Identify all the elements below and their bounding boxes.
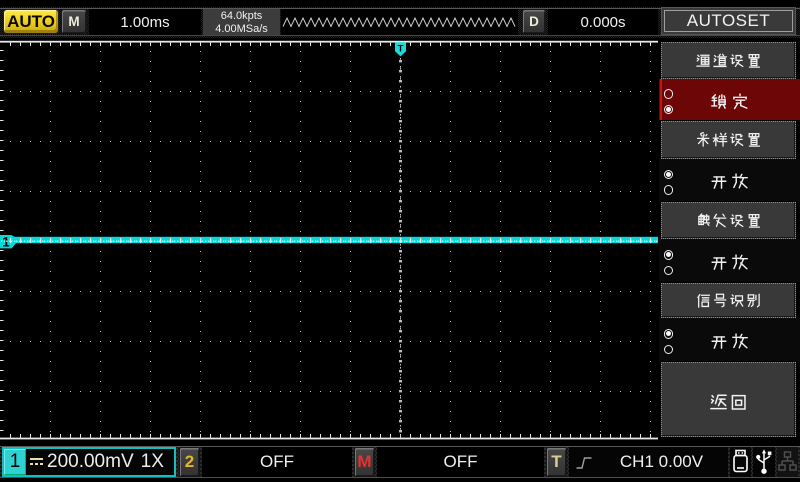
svg-text:1: 1 [2, 235, 10, 250]
svg-text:T: T [398, 43, 404, 54]
